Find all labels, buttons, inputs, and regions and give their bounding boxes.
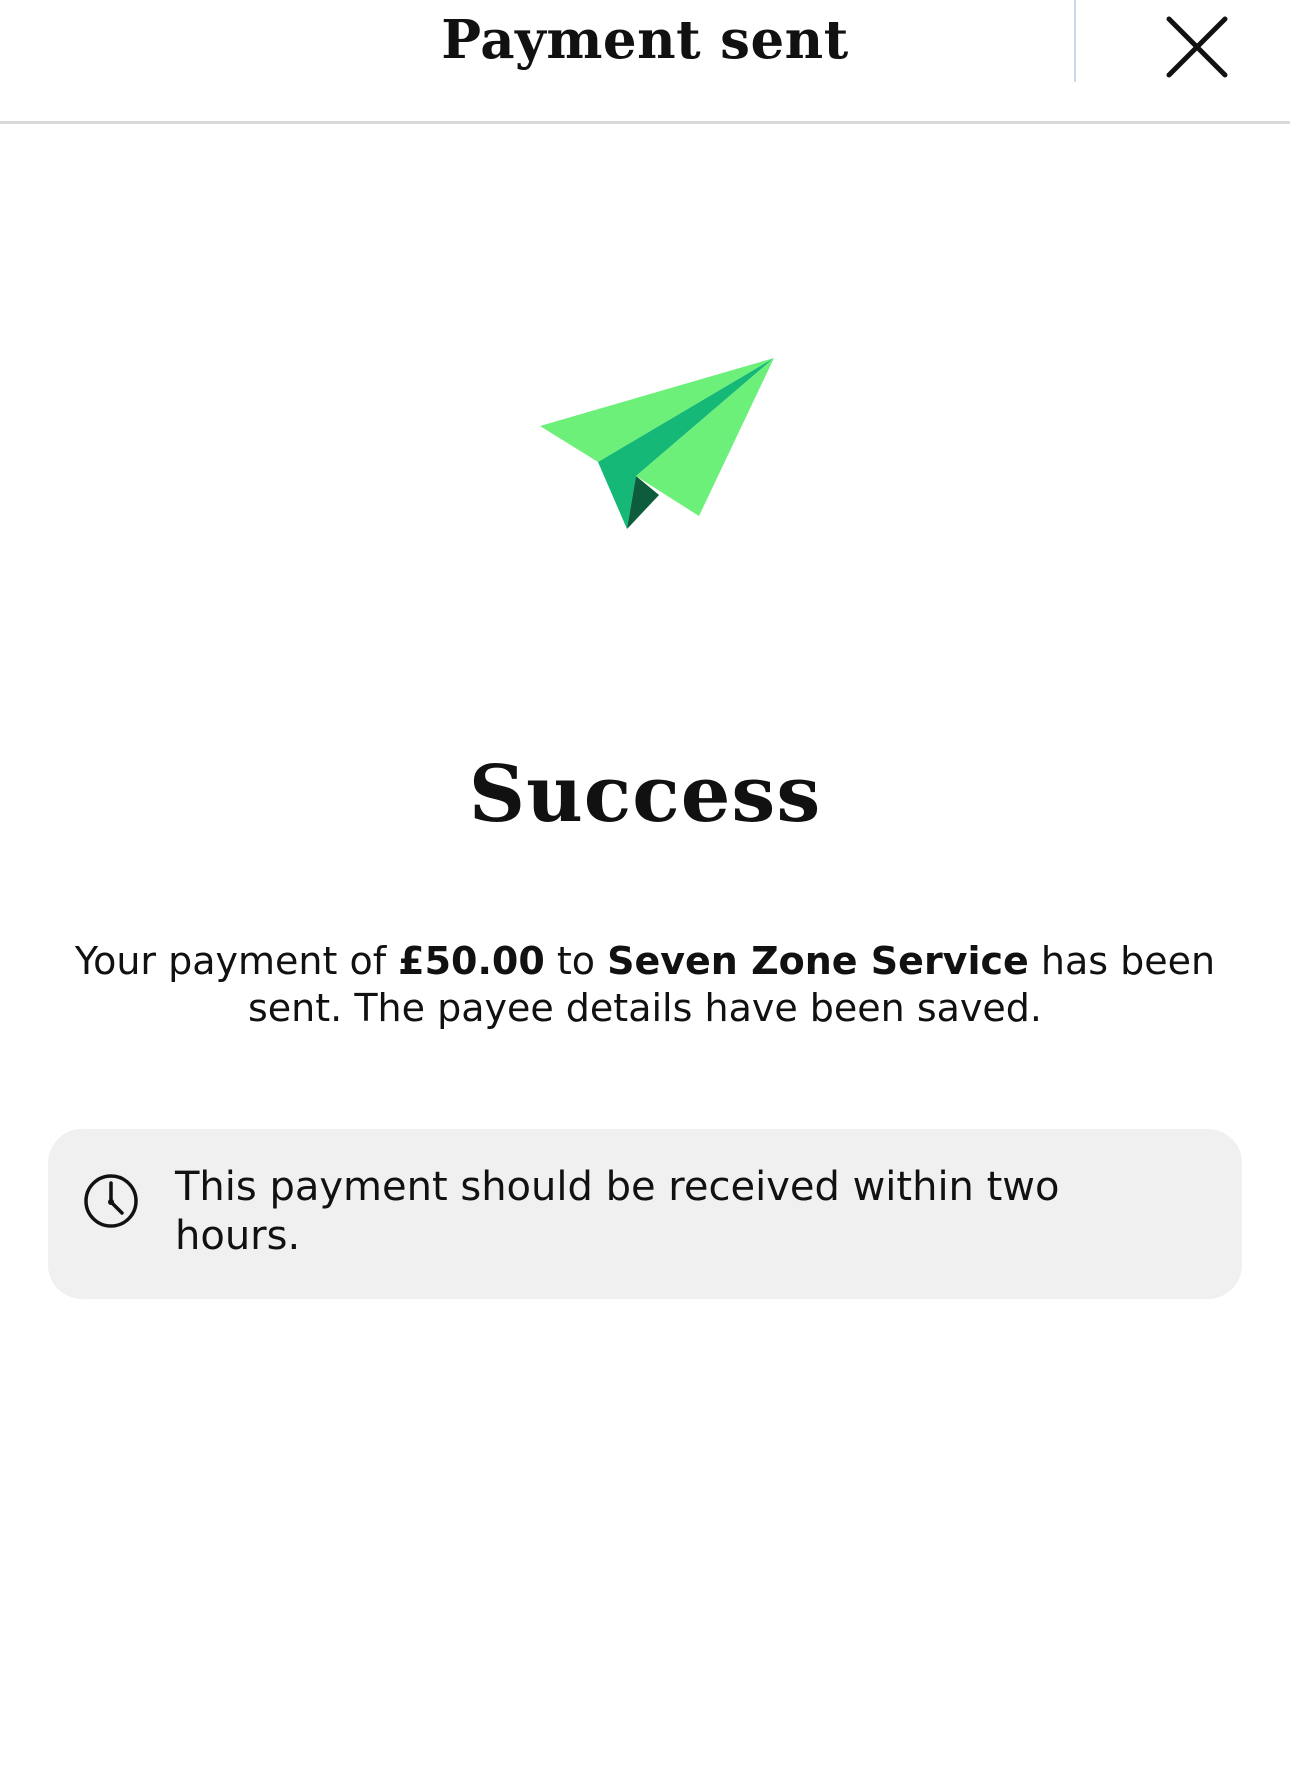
success-heading: Success [468, 749, 822, 840]
confirmation-message: Your payment of £50.00 to Seven Zone Ser… [60, 938, 1230, 1032]
close-button[interactable] [1158, 8, 1236, 86]
paper-plane-icon [534, 352, 780, 542]
header-bar: Payment sent [0, 0, 1290, 124]
edge-divider [1074, 0, 1076, 82]
message-prefix: Your payment of [74, 939, 399, 983]
info-card: This payment should be received within t… [48, 1129, 1242, 1299]
message-middle: to [544, 939, 608, 983]
close-icon [1166, 16, 1228, 78]
payee-name: Seven Zone Service [607, 939, 1029, 983]
payment-amount: £50.00 [398, 939, 545, 983]
page-title: Payment sent [441, 9, 849, 71]
payment-sent-screen: Payment sent Success Your payment of £50… [0, 0, 1290, 1775]
delivery-time-note: This payment should be received within t… [175, 1164, 1060, 1259]
clock-icon [84, 1174, 138, 1228]
